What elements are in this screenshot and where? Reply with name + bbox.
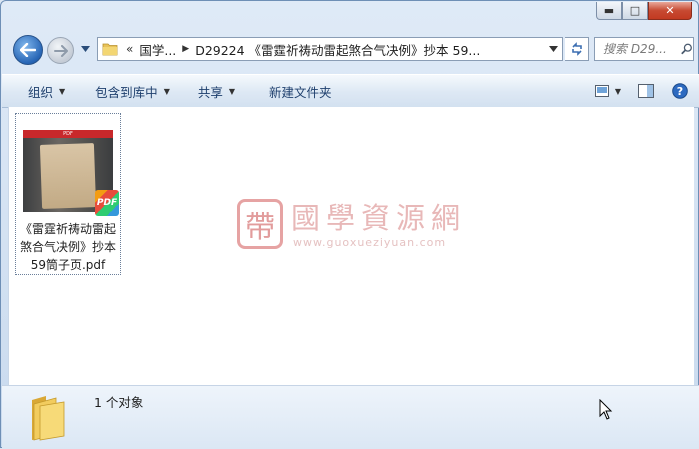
minimize-button[interactable]: ▬ [596,2,622,20]
recent-pages-button[interactable] [79,43,91,55]
share-label: 共享 [197,84,223,100]
chevron-down-icon [80,46,90,52]
search-input[interactable] [601,41,681,57]
maximize-button[interactable]: □ [622,2,648,20]
refresh-icon [571,42,582,56]
mouse-cursor-icon [599,399,613,420]
organize-label: 组织 [28,84,54,100]
file-item[interactable]: PDF PDF 《雷霆祈祷动雷起煞合气决例》抄本59筒子页.pdf [15,113,121,275]
watermark-title: 國學資源網 [291,201,467,235]
close-button[interactable]: ✕ [648,2,692,20]
chevron-down-icon [548,46,558,52]
watermark-url: www.guoxueziyuan.com [293,236,447,249]
view-controls: ▼ ? [589,79,693,103]
back-button[interactable] [13,35,43,65]
new-folder-button[interactable]: 新建文件夹 [259,79,342,103]
chevron-down-icon: ▼ [59,86,66,96]
file-list[interactable]: PDF PDF 《雷霆祈祷动雷起煞合气决例》抄本59筒子页.pdf 帶 國學資源… [8,107,694,385]
details-pane: 1 个对象 [2,385,699,449]
arrow-right-icon [53,44,68,57]
refresh-button[interactable] [565,37,589,61]
organize-menu[interactable]: 组织 ▼ [18,79,75,103]
thumbnail-header: PDF [23,130,113,138]
command-bar: 组织 ▼ 包含到库中 ▼ 共享 ▼ 新建文件夹 ▼ ? [2,74,699,108]
breadcrumb-overflow[interactable]: « [126,42,133,56]
search-box[interactable] [594,37,694,61]
view-icon [594,85,609,97]
folder-icon [102,43,118,56]
pdf-app-icon: PDF [95,190,119,216]
caption-buttons: ▬ □ ✕ [596,2,692,20]
include-in-library-label: 包含到库中 [95,84,158,100]
share-menu[interactable]: 共享 ▼ [188,79,245,103]
forward-button[interactable] [47,37,74,64]
help-icon: ? [672,83,688,99]
breadcrumb-chevron-icon[interactable]: ▶ [182,44,189,54]
view-options-chevron-icon[interactable]: ▼ [615,87,621,96]
item-count: 1 个对象 [94,395,144,410]
change-view-button[interactable] [589,79,615,103]
navigation-bar: « 国学... ▶ D29224 《雷霆祈祷动雷起煞合气决例》抄本 59... [9,33,694,67]
include-in-library-menu[interactable]: 包含到库中 ▼ [85,79,180,103]
watermark: 帶 國學資源網 www.guoxueziyuan.com [237,199,477,255]
document-page-image [39,143,97,209]
chevron-down-icon: ▼ [163,86,170,96]
new-folder-label: 新建文件夹 [269,84,332,100]
arrow-left-icon [20,43,36,57]
chevron-down-icon: ▼ [228,86,236,96]
svg-text:?: ? [677,85,683,98]
explorer-window: ▬ □ ✕ « 国学... ▶ D29224 《雷霆祈祷动雷起煞合气决例》抄本 … [0,0,699,449]
watermark-seal-logo: 帶 [237,199,283,249]
file-name[interactable]: 《雷霆祈祷动雷起煞合气决例》抄本59筒子页.pdf [16,220,120,274]
breadcrumb-segment[interactable]: 国学... [139,40,176,59]
folder-icon [32,396,65,441]
preview-pane-button[interactable] [633,79,659,103]
breadcrumb-current[interactable]: D29224 《雷霆祈祷动雷起煞合气决例》抄本 59... [195,40,480,59]
preview-pane-icon [638,84,654,98]
address-bar[interactable]: « 国学... ▶ D29224 《雷霆祈祷动雷起煞合气决例》抄本 59... [97,37,563,61]
help-button[interactable]: ? [667,79,693,103]
search-icon[interactable] [681,42,693,56]
address-dropdown-button[interactable] [544,38,562,60]
